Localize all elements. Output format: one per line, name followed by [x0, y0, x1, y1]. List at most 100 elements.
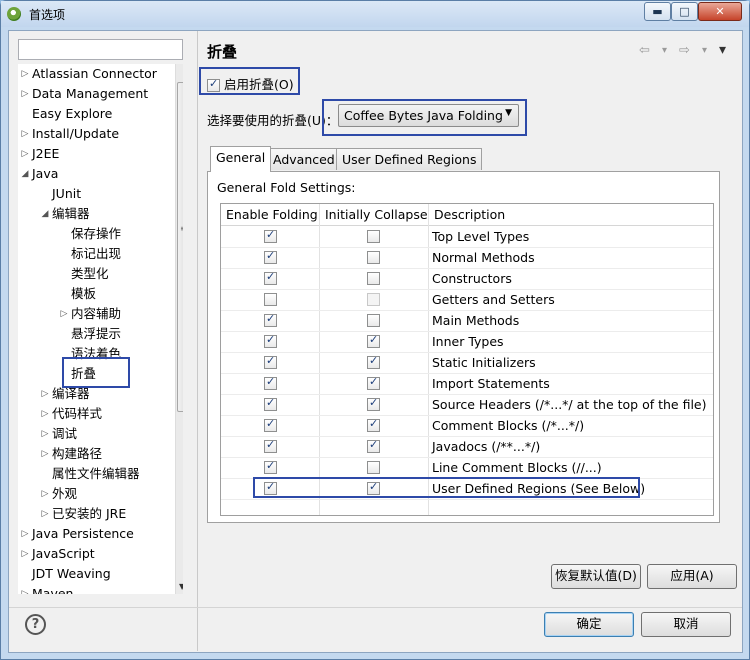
filter-input[interactable]: [18, 39, 183, 60]
tree-item[interactable]: ▷ J2EE: [18, 144, 173, 164]
initially-collapse-checkbox[interactable]: [367, 293, 380, 306]
forward-menu-icon[interactable]: ▾: [702, 45, 707, 56]
enable-folding-checkbox[interactable]: [264, 228, 277, 243]
tree-item[interactable]: ▷ Data Management: [18, 84, 173, 104]
collapsed-arrow-icon[interactable]: ▷: [40, 484, 50, 504]
initially-collapse-checkbox[interactable]: [367, 230, 380, 243]
tree-item[interactable]: JUnit: [18, 184, 173, 204]
enable-folding-checkbox[interactable]: [264, 333, 277, 348]
initially-collapse-checkbox[interactable]: [367, 396, 380, 411]
dropdown-arrow-icon[interactable]: ▼: [505, 108, 512, 118]
table-row[interactable]: Normal Methods: [221, 248, 713, 269]
table-row[interactable]: Inner Types: [221, 332, 713, 353]
tab-general[interactable]: General: [210, 146, 272, 172]
initially-collapse-checkbox[interactable]: [367, 461, 380, 474]
tab-user-defined-regions[interactable]: User Defined Regions: [336, 148, 483, 170]
minimize-button[interactable]: ▬: [644, 2, 671, 21]
collapsed-arrow-icon[interactable]: ▷: [20, 64, 30, 84]
cancel-button[interactable]: 取消: [641, 612, 731, 637]
tree-item[interactable]: ▷ 内容辅助: [18, 304, 173, 324]
tree-item[interactable]: ▷ 代码样式: [18, 404, 173, 424]
tree-item[interactable]: ▷ 构建路径: [18, 444, 173, 464]
table-row[interactable]: Top Level Types: [221, 227, 713, 248]
tree-item[interactable]: ◢ Java: [18, 164, 173, 184]
back-icon[interactable]: ⇦: [639, 43, 650, 58]
tree-item[interactable]: ▷ Java Persistence: [18, 524, 173, 544]
tree-item[interactable]: ▷ Install/Update: [18, 124, 173, 144]
expanded-arrow-icon[interactable]: ◢: [20, 164, 30, 184]
tab-advanced[interactable]: Advanced: [267, 148, 341, 170]
collapsed-arrow-icon[interactable]: ▷: [59, 304, 69, 324]
tree-item[interactable]: ◢ 编辑器: [18, 204, 173, 224]
tree-item[interactable]: 保存操作: [18, 224, 173, 244]
tree-item[interactable]: JDT Weaving: [18, 564, 173, 584]
collapsed-arrow-icon[interactable]: ▷: [40, 444, 50, 464]
collapsed-arrow-icon[interactable]: ▷: [40, 404, 50, 424]
tree-item[interactable]: 属性文件编辑器: [18, 464, 173, 484]
enable-folding-checkbox[interactable]: [264, 417, 277, 432]
enable-folding-checkbox[interactable]: [264, 312, 277, 327]
initially-collapse-checkbox[interactable]: [367, 314, 380, 327]
enable-folding-checkbox[interactable]: 启用折叠(O): [207, 74, 294, 93]
view-menu-icon[interactable]: ▾: [719, 42, 726, 58]
expanded-arrow-icon[interactable]: ◢: [40, 204, 50, 224]
enable-folding-checkbox[interactable]: [264, 293, 277, 306]
initially-collapse-checkbox[interactable]: [367, 333, 380, 348]
scroll-down-icon[interactable]: ▼: [179, 582, 183, 591]
splitter[interactable]: [197, 31, 198, 651]
collapsed-arrow-icon[interactable]: ▷: [20, 144, 30, 164]
tree-item[interactable]: Easy Explore: [18, 104, 173, 124]
collapsed-arrow-icon[interactable]: ▷: [40, 504, 50, 524]
collapsed-arrow-icon[interactable]: ▷: [20, 544, 30, 564]
initially-collapse-checkbox[interactable]: [367, 375, 380, 390]
table-row[interactable]: Import Statements: [221, 374, 713, 395]
table-row[interactable]: Comment Blocks (/*...*/): [221, 416, 713, 437]
collapsed-arrow-icon[interactable]: ▷: [40, 384, 50, 404]
back-menu-icon[interactable]: ▾: [662, 45, 667, 56]
column-initially-collapse[interactable]: Initially Collapse: [325, 207, 428, 222]
forward-icon[interactable]: ⇨: [679, 43, 690, 58]
tree-item[interactable]: ▷ Maven: [18, 584, 173, 594]
title-bar[interactable]: 首选项 ▬ □ ✕: [1, 1, 749, 27]
initially-collapse-checkbox[interactable]: [367, 272, 380, 285]
tree-item[interactable]: ▷ 已安装的 JRE: [18, 504, 173, 524]
table-row[interactable]: Static Initializers: [221, 353, 713, 374]
tree-item[interactable]: ▷ Atlassian Connector: [18, 64, 173, 84]
enable-folding-checkbox[interactable]: [264, 396, 277, 411]
apply-button[interactable]: 应用(A): [647, 564, 737, 589]
collapsed-arrow-icon[interactable]: ▷: [20, 124, 30, 144]
collapsed-arrow-icon[interactable]: ▷: [20, 524, 30, 544]
help-icon[interactable]: ?: [25, 614, 46, 635]
table-row[interactable]: Getters and Setters: [221, 290, 713, 311]
close-button[interactable]: ✕: [698, 2, 742, 21]
tree-scrollbar[interactable]: ≡ ▼: [175, 64, 183, 594]
enable-folding-checkbox[interactable]: [264, 270, 277, 285]
tree-item[interactable]: 模板: [18, 284, 173, 304]
table-row[interactable]: Javadocs (/**...*/): [221, 437, 713, 458]
tree-item[interactable]: ▷ 外观: [18, 484, 173, 504]
table-row[interactable]: Line Comment Blocks (//...): [221, 458, 713, 479]
checkbox-checked-icon[interactable]: [207, 77, 220, 92]
enable-folding-checkbox[interactable]: [264, 438, 277, 453]
table-row[interactable]: Main Methods: [221, 311, 713, 332]
restore-defaults-button[interactable]: 恢复默认值(D): [551, 564, 641, 589]
initially-collapse-checkbox[interactable]: [367, 251, 380, 264]
tree-item[interactable]: ▷ JavaScript: [18, 544, 173, 564]
table-row[interactable]: Source Headers (/*...*/ at the top of th…: [221, 395, 713, 416]
scrollbar-thumb[interactable]: [177, 82, 183, 412]
enable-folding-checkbox[interactable]: [264, 459, 277, 474]
column-enable-folding[interactable]: Enable Folding: [226, 207, 318, 222]
enable-folding-checkbox[interactable]: [264, 375, 277, 390]
table-row[interactable]: Constructors: [221, 269, 713, 290]
collapsed-arrow-icon[interactable]: ▷: [20, 84, 30, 104]
initially-collapse-checkbox[interactable]: [367, 354, 380, 369]
initially-collapse-checkbox[interactable]: [367, 438, 380, 453]
enable-folding-checkbox[interactable]: [264, 354, 277, 369]
folding-select[interactable]: Coffee Bytes Java Folding ▼: [338, 104, 519, 127]
collapsed-arrow-icon[interactable]: ▷: [20, 584, 30, 594]
column-description[interactable]: Description: [434, 207, 505, 222]
enable-folding-checkbox[interactable]: [264, 249, 277, 264]
collapsed-arrow-icon[interactable]: ▷: [40, 424, 50, 444]
tree-item[interactable]: ▷ 调试: [18, 424, 173, 444]
ok-button[interactable]: 确定: [544, 612, 634, 637]
